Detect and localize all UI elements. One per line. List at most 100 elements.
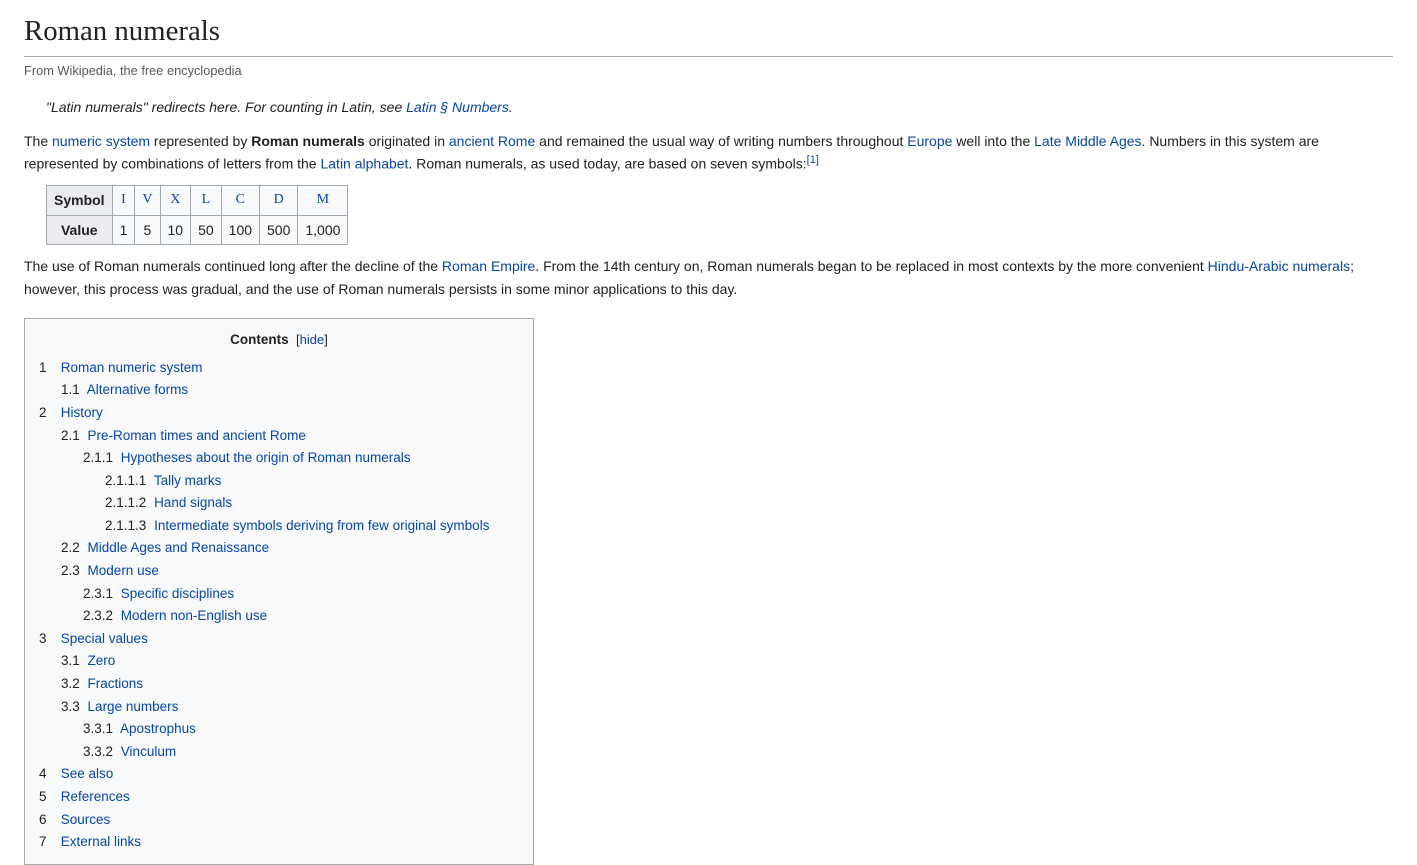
link-ancient-rome[interactable]: ancient Rome (449, 133, 535, 149)
toc-link[interactable]: Hand signals (154, 495, 232, 510)
hatnote-prefix: "Latin numerals" redirects here. For cou… (46, 99, 406, 115)
toc-link[interactable]: Middle Ages and Renaissance (88, 540, 270, 555)
toc-link[interactable]: Specific disciplines (121, 586, 234, 601)
toc-number: 2.3.2 (83, 605, 113, 627)
toc-title: Contents (230, 332, 289, 347)
value-cell: 50 (191, 215, 222, 244)
link-europe[interactable]: Europe (907, 133, 952, 149)
symbol-link[interactable]: X (170, 192, 180, 207)
toc-link[interactable]: Hypotheses about the origin of Roman num… (121, 450, 411, 465)
toc-item: 6 Sources (39, 809, 519, 831)
toc-number: 3.3 (61, 696, 80, 718)
toc-number: 2.1.1.2 (105, 492, 146, 514)
toc-link[interactable]: Pre-Roman times and ancient Rome (88, 428, 306, 443)
text: originated in (365, 133, 449, 149)
toc-item: 2.3.2 Modern non-English use (39, 605, 519, 627)
toc-item: 7 External links (39, 831, 519, 853)
toc-link[interactable]: History (61, 405, 103, 420)
text: The (24, 133, 52, 149)
toc-item: 3.3 Large numbers (39, 696, 519, 718)
symbol-link[interactable]: C (236, 192, 245, 207)
value-cell: 1 (112, 215, 135, 244)
toc-number: 1.1 (61, 379, 80, 401)
reference-1[interactable]: [1] (807, 154, 819, 166)
table-of-contents: Contents [hide] 1 Roman numeric system1.… (24, 318, 534, 865)
toc-item: 3.3.1 Apostrophus (39, 718, 519, 740)
toc-item: 2.2 Middle Ages and Renaissance (39, 537, 519, 559)
text: . From the 14th century on, Roman numera… (535, 258, 1207, 274)
toc-link[interactable]: Zero (88, 653, 116, 668)
symbol-link[interactable]: D (274, 192, 284, 207)
text: well into the (952, 133, 1034, 149)
toc-link[interactable]: Fractions (88, 676, 144, 691)
toc-number: 2.2 (61, 537, 80, 559)
toc-number: 3 (39, 628, 53, 650)
value-cell: 500 (260, 215, 298, 244)
toc-number: 2.3 (61, 560, 80, 582)
toc-item: 2.1 Pre-Roman times and ancient Rome (39, 425, 519, 447)
value-cell: 5 (135, 215, 160, 244)
value-cell: 100 (221, 215, 259, 244)
toc-number: 1 (39, 357, 53, 379)
toc-item: 2.1.1.3 Intermediate symbols deriving fr… (39, 515, 519, 537)
header-symbol: Symbol (47, 186, 113, 215)
page-subtitle: From Wikipedia, the free encyclopedia (24, 61, 1393, 81)
toc-number: 3.3.2 (83, 741, 113, 763)
hatnote-link[interactable]: Latin § Numbers (406, 99, 509, 115)
toc-link[interactable]: Large numbers (88, 699, 179, 714)
text: . Roman numerals, as used today, are bas… (408, 156, 806, 172)
toc-list: 1 Roman numeric system1.1 Alternative fo… (39, 357, 519, 853)
intro-paragraph-2: The use of Roman numerals continued long… (24, 255, 1393, 300)
toc-link[interactable]: Modern use (88, 563, 159, 578)
toc-link[interactable]: Alternative forms (87, 382, 188, 397)
link-late-middle-ages[interactable]: Late Middle Ages (1034, 133, 1141, 149)
link-latin-alphabet[interactable]: Latin alphabet (320, 156, 408, 172)
toc-link[interactable]: Tally marks (154, 473, 222, 488)
toc-link[interactable]: Roman numeric system (61, 360, 203, 375)
toc-item: 5 References (39, 786, 519, 808)
intro-paragraph-1: The numeric system represented by Roman … (24, 130, 1393, 175)
hatnote-suffix: . (509, 99, 513, 115)
toc-link[interactable]: Modern non-English use (121, 608, 267, 623)
toc-number: 3.3.1 (83, 718, 113, 740)
toc-item: 2.3.1 Specific disciplines (39, 583, 519, 605)
text: and remained the usual way of writing nu… (535, 133, 907, 149)
toc-item: 3.3.2 Vinculum (39, 741, 519, 763)
toc-number: 7 (39, 831, 53, 853)
toc-link[interactable]: Intermediate symbols deriving from few o… (154, 518, 489, 533)
toc-item: 3 Special values (39, 628, 519, 650)
toc-item: 2.3 Modern use (39, 560, 519, 582)
text: represented by (150, 133, 251, 149)
link-numeric-system[interactable]: numeric system (52, 133, 150, 149)
value-cell: 10 (160, 215, 191, 244)
toc-item: 1.1 Alternative forms (39, 379, 519, 401)
toc-toggle-link[interactable]: hide (300, 332, 325, 347)
toc-number: 2.1.1.3 (105, 515, 146, 537)
toc-number: 2 (39, 402, 53, 424)
symbol-link[interactable]: M (317, 192, 329, 207)
text: The use of Roman numerals continued long… (24, 258, 442, 274)
toc-link[interactable]: Apostrophus (120, 721, 196, 736)
toc-number: 2.1.1.1 (105, 470, 146, 492)
toc-link[interactable]: Sources (61, 812, 111, 827)
symbol-link[interactable]: L (202, 192, 211, 207)
page-title: Roman numerals (24, 0, 1393, 57)
symbol-link[interactable]: I (121, 192, 126, 207)
toc-item: 1 Roman numeric system (39, 357, 519, 379)
toc-link[interactable]: References (61, 789, 130, 804)
link-roman-empire[interactable]: Roman Empire (442, 258, 535, 274)
bold-roman-numerals: Roman numerals (251, 133, 365, 149)
toc-item: 2.1.1 Hypotheses about the origin of Rom… (39, 447, 519, 469)
toc-link[interactable]: Special values (61, 631, 148, 646)
toc-link[interactable]: Vinculum (121, 744, 176, 759)
toc-link[interactable]: External links (61, 834, 141, 849)
symbol-link[interactable]: V (142, 192, 152, 207)
value-cell: 1,000 (298, 215, 348, 244)
toc-link[interactable]: See also (61, 766, 114, 781)
link-hindu-arabic-numerals[interactable]: Hindu-Arabic numerals (1208, 258, 1350, 274)
toc-item: 3.1 Zero (39, 650, 519, 672)
toc-item: 2.1.1.1 Tally marks (39, 470, 519, 492)
toc-number: 6 (39, 809, 53, 831)
toc-number: 2.1.1 (83, 447, 113, 469)
toc-number: 2.1 (61, 425, 80, 447)
